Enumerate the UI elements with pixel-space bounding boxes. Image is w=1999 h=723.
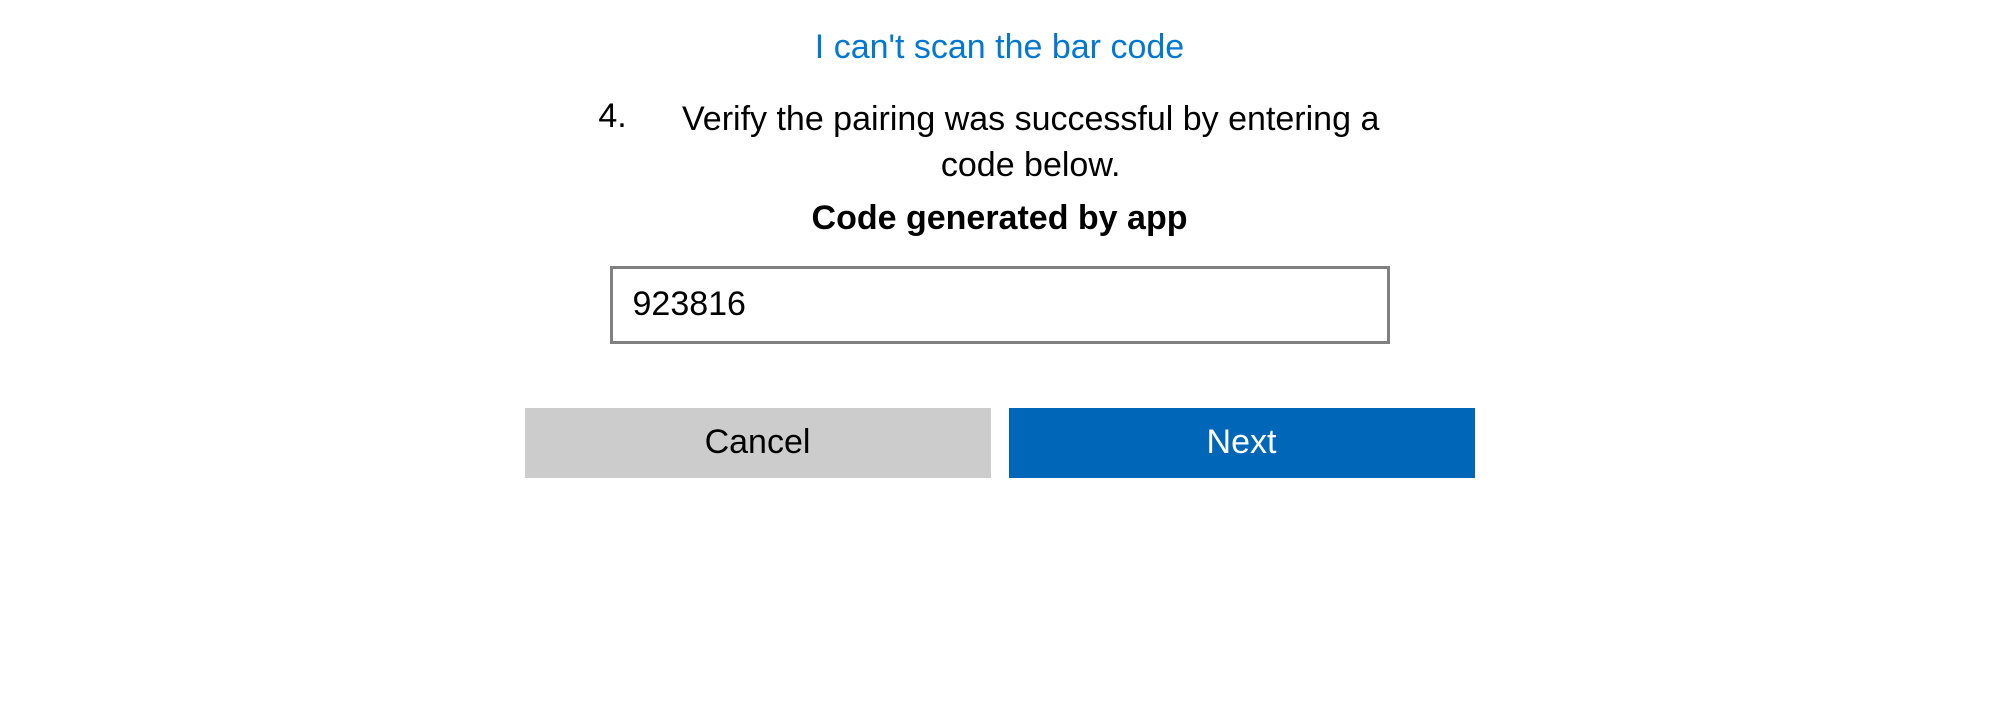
cancel-button[interactable]: Cancel <box>525 408 991 478</box>
button-row: Cancel Next <box>525 408 1475 478</box>
step-text: Verify the pairing was successful by ent… <box>641 97 1421 189</box>
next-button[interactable]: Next <box>1009 408 1475 478</box>
code-input[interactable] <box>610 266 1390 344</box>
cant-scan-link[interactable]: I can't scan the bar code <box>815 28 1184 67</box>
step-row: 4. Verify the pairing was successful by … <box>550 97 1450 189</box>
step-number: 4. <box>578 97 626 136</box>
code-label: Code generated by app <box>812 199 1188 238</box>
